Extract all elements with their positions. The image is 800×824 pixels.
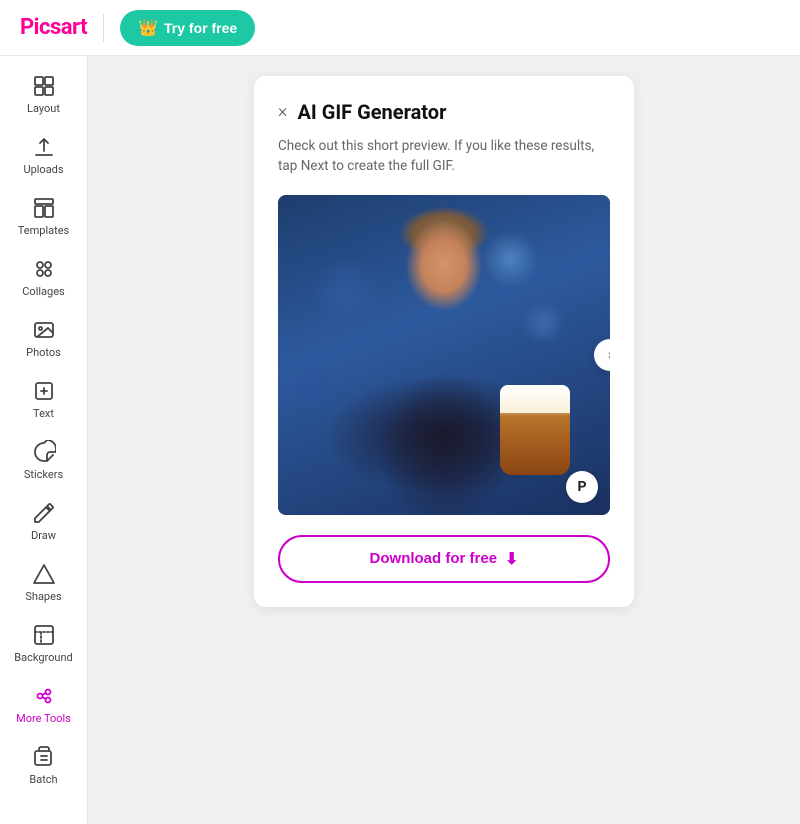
sidebar-item-collages[interactable]: Collages (4, 247, 84, 308)
header: Picsart 👑 Try for free (0, 0, 800, 56)
beer-mug-area (500, 385, 580, 485)
preview-image: P (278, 195, 610, 515)
picsart-watermark: P (566, 471, 598, 503)
sidebar-label-photos: Photos (26, 346, 61, 359)
preview-container: P › (278, 195, 610, 515)
background-icon (32, 623, 56, 647)
sidebar-label-layout: Layout (27, 102, 60, 115)
sidebar-item-text[interactable]: Text (4, 369, 84, 430)
sidebar-item-layout[interactable]: Layout (4, 64, 84, 125)
sidebar: Layout Uploads Templates (0, 56, 88, 824)
panel-title: AI GIF Generator (297, 100, 446, 124)
stickers-icon (32, 440, 56, 464)
sidebar-item-more-tools[interactable]: More Tools (4, 674, 84, 735)
sidebar-label-background: Background (14, 651, 72, 664)
sidebar-item-shapes[interactable]: Shapes (4, 552, 84, 613)
sidebar-item-draw[interactable]: Draw (4, 491, 84, 552)
ai-gif-panel: × AI GIF Generator Check out this short … (254, 76, 634, 607)
sidebar-item-uploads[interactable]: Uploads (4, 125, 84, 186)
collages-icon (32, 257, 56, 281)
panel-header: × AI GIF Generator (278, 100, 610, 124)
more-tools-icon (32, 684, 56, 708)
download-button[interactable]: Download for free ⬇ (278, 535, 610, 583)
try-button-label: Try for free (164, 20, 237, 36)
templates-icon (32, 196, 56, 220)
batch-icon (32, 745, 56, 769)
sidebar-label-stickers: Stickers (24, 468, 63, 481)
photos-icon (32, 318, 56, 342)
sidebar-item-background[interactable]: Background (4, 613, 84, 674)
sidebar-label-more-tools: More Tools (16, 712, 71, 725)
sidebar-item-photos[interactable]: Photos (4, 308, 84, 369)
sidebar-item-batch[interactable]: Batch (4, 735, 84, 796)
crown-icon: 👑 (138, 18, 158, 38)
draw-icon (32, 501, 56, 525)
uploads-icon (32, 135, 56, 159)
layout-icon (32, 74, 56, 98)
sidebar-item-stickers[interactable]: Stickers (4, 430, 84, 491)
sidebar-label-collages: Collages (22, 285, 64, 298)
text-icon (32, 379, 56, 403)
header-divider (103, 14, 104, 42)
logo: Picsart (20, 15, 87, 40)
sidebar-label-uploads: Uploads (23, 163, 63, 176)
sidebar-label-draw: Draw (31, 529, 56, 542)
sidebar-item-templates[interactable]: Templates (4, 186, 84, 247)
sidebar-label-shapes: Shapes (25, 590, 61, 603)
sidebar-label-text: Text (33, 407, 54, 420)
content-area: × AI GIF Generator Check out this short … (88, 56, 800, 824)
beer-foam (500, 385, 570, 413)
download-label: Download for free (370, 550, 498, 567)
sidebar-label-batch: Batch (29, 773, 57, 786)
main-layout: Layout Uploads Templates (0, 0, 800, 824)
sidebar-label-templates: Templates (18, 224, 69, 237)
shapes-icon (32, 562, 56, 586)
close-button[interactable]: × (278, 103, 287, 121)
beer-mug (500, 385, 570, 475)
panel-description: Check out this short preview. If you lik… (278, 136, 610, 177)
try-for-free-button[interactable]: 👑 Try for free (120, 10, 255, 46)
download-icon: ⬇ (505, 549, 518, 569)
